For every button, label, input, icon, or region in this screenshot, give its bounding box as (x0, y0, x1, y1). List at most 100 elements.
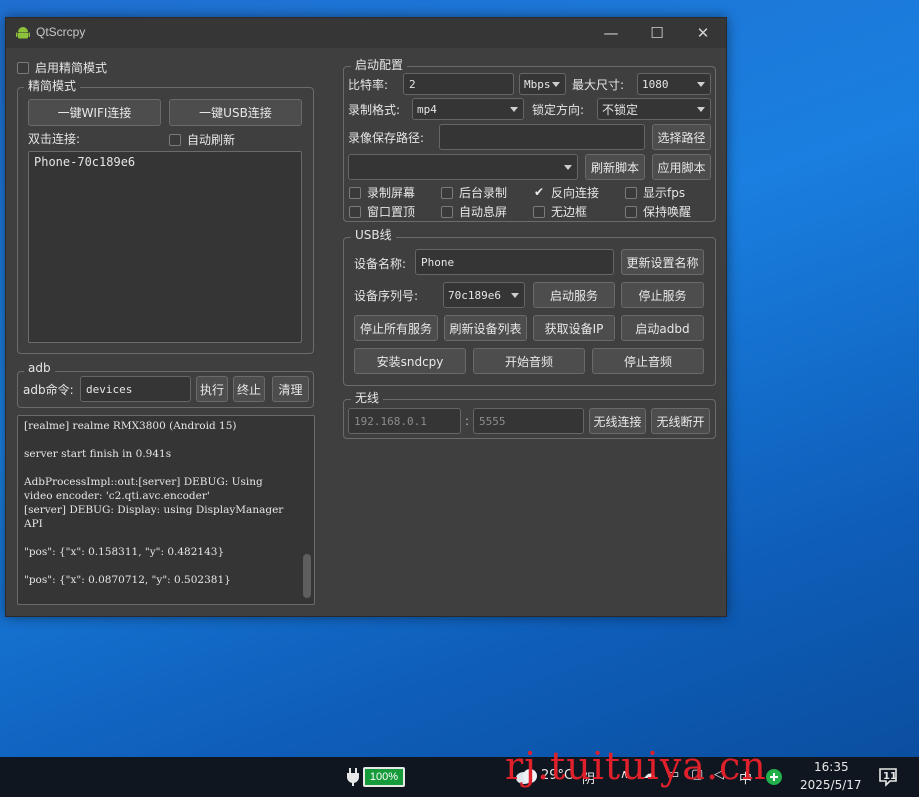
usb-connect-button[interactable]: 一键USB连接 (169, 99, 302, 126)
simple-mode-label: 启用精简模式 (35, 61, 108, 75)
auto-refresh-checkbox-box[interactable] (169, 133, 181, 146)
wireless-port-input[interactable]: 5555 (473, 408, 584, 434)
reverse-connect-checkbox[interactable]: 反向连接 (533, 184, 599, 201)
background-record-checkbox[interactable]: 后台录制 (441, 184, 507, 201)
chevron-down-icon (564, 165, 572, 170)
window-on-top-checkbox[interactable]: 窗口置顶 (349, 203, 415, 220)
frameless-label: 无边框 (551, 205, 588, 219)
bitrate-input[interactable]: 2 (403, 73, 514, 95)
double-click-label: 双击连接: (28, 132, 81, 146)
serial-select[interactable]: 70c189e6 (443, 282, 525, 308)
window-title: QtScrcpy (36, 25, 86, 39)
get-device-ip-button[interactable]: 获取设备IP (533, 315, 615, 341)
stay-awake-checkbox-box[interactable] (625, 205, 637, 218)
simple-mode-checkbox-box[interactable] (17, 61, 29, 74)
adb-group-title: adb (24, 361, 55, 375)
serial-label: 设备序列号: (354, 289, 419, 303)
minimize-button[interactable]: — (588, 18, 634, 48)
show-fps-checkbox-box[interactable] (625, 186, 637, 199)
record-screen-checkbox-box[interactable] (349, 186, 361, 199)
install-sndcpy-button[interactable]: 安装sndcpy (354, 348, 466, 374)
battery-indicator[interactable]: 100% (363, 767, 405, 787)
maximize-button[interactable]: ☐ (634, 18, 680, 48)
bitrate-unit-select[interactable]: Mbps (519, 73, 566, 95)
simple-mode-checkbox[interactable]: 启用精简模式 (17, 59, 107, 76)
record-path-input[interactable] (439, 124, 645, 150)
device-name-label: 设备名称: (354, 257, 407, 271)
start-audio-button[interactable]: 开始音频 (473, 348, 585, 374)
refresh-script-button[interactable]: 刷新脚本 (585, 154, 645, 180)
log-line: [server] DEBUG: Display: using DisplayMa… (24, 504, 287, 530)
watermark: rj.tuituiya.cn (505, 744, 767, 788)
apply-script-button[interactable]: 应用脚本 (652, 154, 711, 180)
window-on-top-checkbox-box[interactable] (349, 205, 361, 218)
frameless-checkbox-box[interactable] (533, 205, 545, 218)
auto-refresh-checkbox[interactable]: 自动刷新 (169, 131, 235, 148)
record-path-label: 录像保存路径: (348, 131, 425, 145)
clock-time[interactable]: 16:35 (814, 760, 849, 774)
device-list-item[interactable]: Phone-70c189e6 (29, 152, 301, 172)
stay-awake-checkbox[interactable]: 保持唤醒 (625, 203, 691, 220)
device-name-input[interactable]: Phone (415, 249, 614, 275)
record-screen-label: 录制屏幕 (367, 186, 416, 200)
start-service-button[interactable]: 启动服务 (533, 282, 615, 308)
device-list[interactable]: Phone-70c189e6 (28, 151, 302, 343)
stop-audio-button[interactable]: 停止音频 (592, 348, 704, 374)
background-record-checkbox-box[interactable] (441, 186, 453, 199)
auto-screen-off-checkbox[interactable]: 自动息屏 (441, 203, 507, 220)
chevron-down-icon (510, 107, 518, 112)
clock-date[interactable]: 2025/5/17 (800, 778, 862, 792)
record-screen-checkbox[interactable]: 录制屏幕 (349, 184, 415, 201)
taskbar: 100% 29°C 阴 ∧ ☁ ▭ ▢ ◁ 中 16:35 2025/5/17 … (0, 757, 919, 797)
adb-clear-button[interactable]: 清理 (272, 376, 309, 402)
wireless-connect-button[interactable]: 无线连接 (589, 408, 646, 434)
script-select[interactable] (348, 154, 578, 180)
show-fps-checkbox[interactable]: 显示fps (625, 184, 685, 201)
max-size-select[interactable]: 1080 (637, 73, 711, 95)
launch-config-group-title: 启动配置 (351, 58, 408, 72)
serial-value: 70c189e6 (448, 288, 501, 302)
select-path-button[interactable]: 选择路径 (652, 124, 711, 150)
log-line: "pos": {"x": 0.158311, "y": 0.482143} (24, 546, 225, 558)
window-on-top-label: 窗口置顶 (367, 205, 416, 219)
stop-all-services-button[interactable]: 停止所有服务 (354, 315, 438, 341)
check-icon[interactable] (533, 185, 545, 199)
lock-orientation-select[interactable]: 不锁定 (597, 98, 711, 120)
lock-orientation-value: 不锁定 (602, 102, 639, 117)
frameless-checkbox[interactable]: 无边框 (533, 203, 587, 220)
close-button[interactable]: ✕ (680, 18, 726, 48)
adb-execute-button[interactable]: 执行 (196, 376, 228, 402)
refresh-device-list-button[interactable]: 刷新设备列表 (444, 315, 527, 341)
wireless-ip-input[interactable]: 192.168.0.1 (348, 408, 461, 434)
port-separator: : (465, 414, 470, 428)
power-plug-icon (347, 768, 359, 786)
app-tray-icon[interactable] (765, 768, 783, 786)
auto-screen-off-label: 自动息屏 (459, 205, 508, 219)
max-size-value: 1080 (642, 77, 669, 91)
stop-service-button[interactable]: 停止服务 (621, 282, 704, 308)
qtscrcpy-window: QtScrcpy — ☐ ✕ 启用精简模式 精简模式 一键WIFI连接 一键US… (5, 17, 727, 617)
record-format-select[interactable]: mp4 (412, 98, 524, 120)
simple-mode-group-title: 精简模式 (24, 79, 81, 93)
update-device-name-button[interactable]: 更新设置名称 (621, 249, 704, 275)
log-output[interactable]: [realme] realme RMX3800 (Android 15) ser… (17, 415, 315, 605)
log-line: [realme] realme RMX3800 (Android 15) (24, 420, 237, 432)
adb-command-input[interactable]: devices (80, 376, 191, 402)
lock-orientation-label: 锁定方向: (532, 103, 585, 117)
log-scrollbar[interactable] (303, 554, 311, 598)
adb-command-label: adb命令: (23, 383, 74, 397)
wireless-disconnect-button[interactable]: 无线断开 (651, 408, 710, 434)
title-bar[interactable]: QtScrcpy — ☐ ✕ (6, 18, 726, 48)
chevron-down-icon (697, 82, 705, 87)
android-icon (16, 27, 30, 39)
wifi-connect-button[interactable]: 一键WIFI连接 (28, 99, 161, 126)
auto-screen-off-checkbox-box[interactable] (441, 205, 453, 218)
adb-terminate-button[interactable]: 终止 (233, 376, 265, 402)
start-adbd-button[interactable]: 启动adbd (621, 315, 704, 341)
chevron-down-icon (697, 107, 705, 112)
bitrate-label: 比特率: (348, 78, 389, 92)
chevron-down-icon (552, 82, 560, 87)
